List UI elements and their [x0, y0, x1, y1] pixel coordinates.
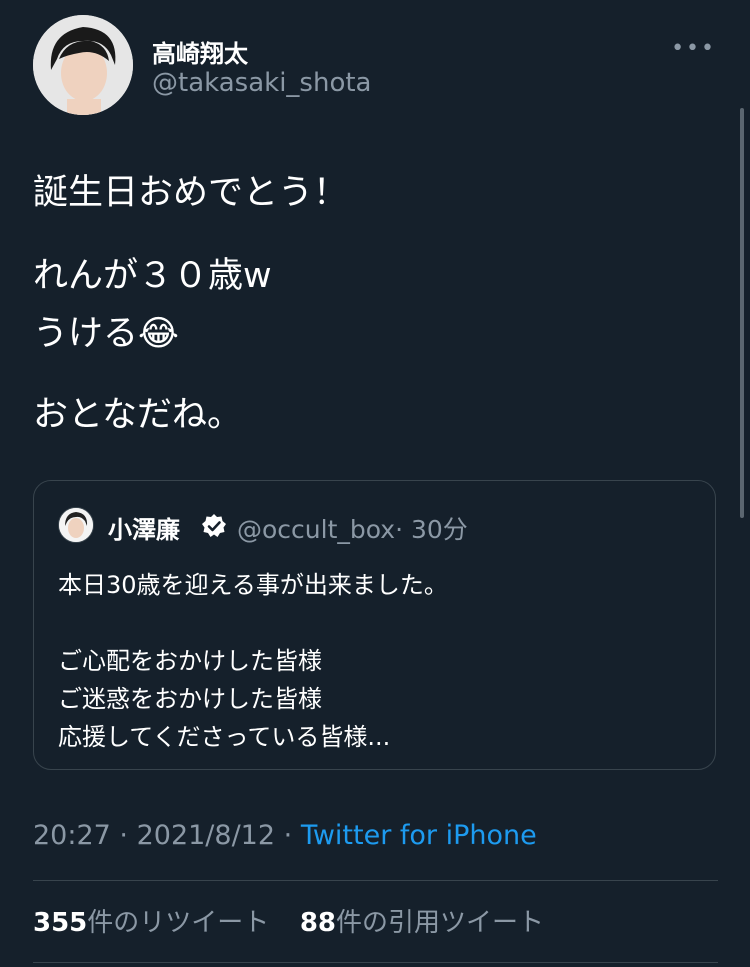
tweet-text-line-1: 誕生日おめでとう！ — [33, 173, 349, 213]
quoted-text-line-3: ご迷惑をおかけした皆様 — [58, 685, 322, 713]
quote-count: 88 — [299, 908, 337, 938]
meta-separator-2: · — [283, 820, 293, 851]
tweet-text-line-3: うける😂 — [33, 305, 179, 356]
tweet-text-line-3-text: うける — [33, 314, 139, 354]
tweet-meta: 20:27 · 2021/8/12 · Twitter for iPhone — [33, 820, 537, 851]
author-handle[interactable]: @takasaki_shota — [152, 68, 371, 98]
retweets-stat[interactable]: 355件のリツイート — [33, 908, 269, 938]
author-avatar[interactable] — [33, 15, 133, 115]
divider — [33, 880, 718, 881]
retweet-count: 355 — [33, 908, 88, 938]
quote-label: 件の引用ツイート — [336, 908, 545, 938]
quoted-text-line-4: 応援してくださっている皆様... — [58, 723, 391, 751]
quoted-text-line-1: 本日30歳を迎える事が出来ました。 — [58, 571, 448, 599]
tweet-stats: 355件のリツイート 88件の引用ツイート — [33, 902, 544, 939]
tweet-text-line-4: おとなだね。 — [33, 395, 242, 435]
quoted-text-line-2: ご心配をおかけした皆様 — [58, 647, 322, 675]
scrollbar[interactable] — [740, 108, 744, 518]
retweet-label: 件のリツイート — [87, 908, 270, 938]
divider-bottom — [33, 962, 718, 963]
verified-badge-icon — [202, 514, 226, 537]
tweet-source-link[interactable]: Twitter for iPhone — [301, 820, 537, 851]
quoted-author-handle[interactable]: @occult_box — [237, 515, 395, 544]
meta-separator: · — [119, 820, 128, 851]
quotes-stat[interactable]: 88件の引用ツイート — [300, 908, 544, 938]
quoted-time: · 30分 — [395, 515, 468, 544]
quoted-author-handle-time: @occult_box· 30分 — [237, 510, 468, 546]
more-options-icon[interactable]: ••• — [671, 36, 716, 61]
quoted-author-name[interactable]: 小澤廉 — [108, 510, 180, 545]
author-name[interactable]: 高崎翔太 — [152, 34, 248, 69]
tweet-date: 2021/8/12 — [136, 820, 276, 851]
quoted-author-avatar[interactable] — [58, 507, 94, 543]
laughing-tears-emoji-icon: 😂 — [138, 314, 179, 354]
tweet-time: 20:27 — [33, 820, 111, 851]
tweet-text-line-2: れんが３０歳w — [33, 256, 272, 296]
